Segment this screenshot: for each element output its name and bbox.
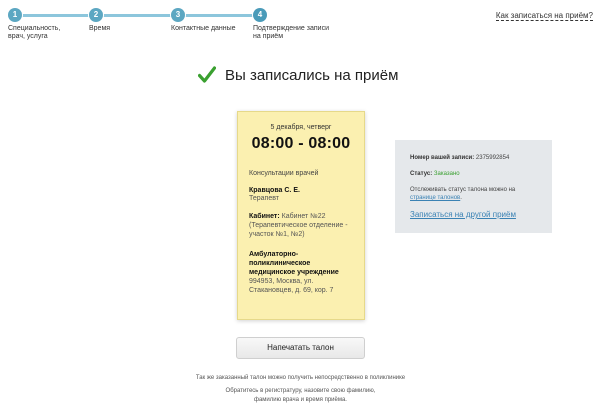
ticket-date: 5 декабря, четверг	[270, 124, 332, 131]
step-2[interactable]: 2 Время	[89, 8, 110, 32]
book-another-link[interactable]: Записаться на другой приём	[410, 210, 540, 219]
progress-track	[14, 14, 262, 17]
step-3-number: 3	[171, 8, 185, 22]
note-line-2: Обратитесь в регистратуру, назовите свою…	[225, 388, 376, 394]
track-status-end: .	[460, 195, 462, 201]
appointment-ticket: 5 декабря, четверг 08:00 - 08:00 Консуль…	[237, 111, 365, 320]
print-ticket-button[interactable]: Напечатать талон	[236, 337, 365, 359]
ticket-specialty: Терапевт	[249, 195, 280, 202]
success-header: Вы записались на приём	[198, 64, 398, 86]
status-row: Статус: Заказано	[410, 170, 540, 178]
track-status-text: Отслеживать статус талона можно на стран…	[410, 186, 540, 202]
step-2-number: 2	[89, 8, 103, 22]
step-1[interactable]: 1 Специальность, врач, услуга	[8, 8, 60, 40]
progress-steps: 1 Специальность, врач, услуга 2 Время 3 …	[0, 0, 601, 50]
step-2-label: Время	[89, 25, 111, 32]
note-line-3: фамилию врача и время приёма.	[254, 397, 347, 403]
step-1-number: 1	[8, 8, 22, 22]
step-1-label: Специальность, врач, услуга	[8, 25, 61, 40]
note-line-1: Так же заказанный талон можно получить н…	[195, 375, 406, 381]
step-4: 4 Подтверждение записи на приём	[253, 8, 329, 40]
track-status-prefix: Отслеживать статус талона можно на	[410, 187, 516, 193]
booking-number-label: Номер вашей записи:	[410, 155, 475, 161]
booking-number-row: Номер вашей записи: 2375992854	[410, 154, 540, 162]
ticket-cabinet-label: Кабинет:	[249, 213, 280, 220]
status-badge: Заказано	[433, 171, 460, 177]
checkmark-icon	[198, 66, 216, 83]
step-3-label: Контактные данные	[171, 25, 236, 32]
booking-info-panel: Номер вашей записи: 2375992854 Статус: З…	[395, 140, 552, 233]
step-4-label: Подтверждение записи на приём	[253, 25, 329, 40]
booking-number-value: 2375992854	[475, 155, 510, 161]
tickets-page-link[interactable]: странице талонов	[410, 195, 460, 201]
step-4-number: 4	[253, 8, 267, 22]
ticket-service: Консультации врачей	[249, 170, 319, 177]
ticket-organization: Амбулаторно-поликлиническое медицинское …	[249, 251, 339, 276]
ticket-address: 994953, Москва, ул. Стакановцев, д. 69, …	[249, 278, 334, 294]
status-label: Статус:	[410, 171, 433, 177]
ticket-time: 08:00 - 08:00	[251, 135, 351, 152]
step-3[interactable]: 3 Контактные данные	[171, 8, 236, 32]
how-to-book-link[interactable]: Как записаться на приём?	[495, 11, 593, 21]
ticket-cabinet: Кабинет: Кабинет №22 (Терапевтическое от…	[249, 212, 353, 239]
ticket-doctor: Кравцова С. Е.	[249, 187, 300, 194]
success-title: Вы записались на приём	[225, 66, 399, 84]
